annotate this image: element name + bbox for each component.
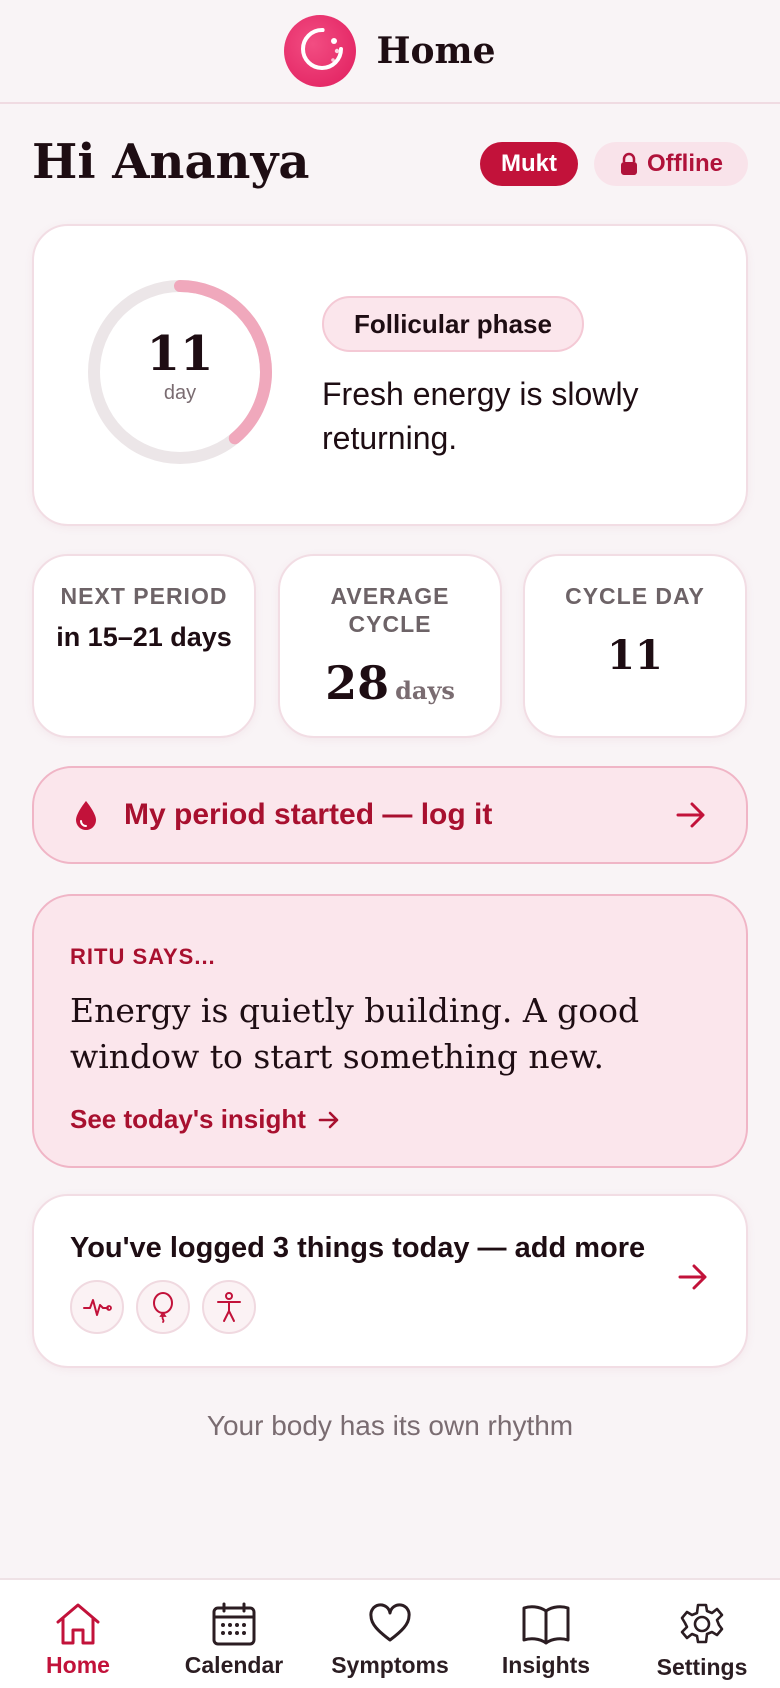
heart-icon <box>369 1603 411 1642</box>
nav-symptoms-label: Symptoms <box>331 1652 449 1678</box>
next-period-card: NEXT PERIOD in 15–21 days <box>32 554 256 738</box>
bottom-navigation: Home Calendar Symptoms Insights Settings <box>0 1578 780 1688</box>
nav-home-label: Home <box>46 1652 110 1678</box>
ritu-message: Energy is quietly building. A good windo… <box>70 991 640 1076</box>
nav-symptoms[interactable]: Symptoms <box>312 1580 468 1688</box>
ritu-kicker: RITU SAYS... <box>70 944 216 969</box>
next-period-label: NEXT PERIOD <box>60 583 228 609</box>
average-cycle-unit: days <box>395 676 455 705</box>
offline-badge[interactable]: Offline <box>594 142 748 186</box>
next-period-value: in 15–21 days <box>56 622 232 652</box>
pulse-icon <box>70 1280 124 1334</box>
nav-settings[interactable]: Settings <box>624 1580 780 1688</box>
average-cycle-value: 28 <box>325 656 390 710</box>
arrow-right-icon <box>318 1111 339 1128</box>
log-period-button[interactable]: My period started — log it <box>32 766 748 864</box>
arrow-right-icon <box>676 802 705 828</box>
app-logo-icon <box>284 15 357 87</box>
cycle-phase-card: 11 day Follicular phase Fresh energy is … <box>32 224 748 526</box>
logged-icons <box>70 1280 256 1334</box>
home-icon <box>56 1603 100 1645</box>
phase-pill: Follicular phase <box>322 296 584 352</box>
nav-home[interactable]: Home <box>0 1580 156 1688</box>
cycle-day-stat-value: 11 <box>607 632 663 679</box>
phase-description: Fresh energy is slowly returning. <box>322 376 639 456</box>
greeting-text: Hi Ananya <box>32 134 310 190</box>
logged-today-card[interactable]: You've logged 3 things today — add more <box>32 1194 748 1368</box>
cycle-day-number: 11 <box>146 326 214 382</box>
arrow-right-icon[interactable] <box>678 1264 708 1290</box>
cycle-day-stat-label: CYCLE DAY <box>565 583 705 609</box>
book-icon <box>522 1605 570 1645</box>
gear-icon <box>680 1603 724 1644</box>
nav-settings-label: Settings <box>656 1654 748 1680</box>
see-insight-link[interactable]: See today's insight <box>70 1104 340 1135</box>
ritu-insight-card: RITU SAYS... Energy is quietly building.… <box>32 894 748 1168</box>
average-cycle-card: AVERAGE CYCLE 28 days <box>278 554 502 738</box>
average-cycle-label: AVERAGE CYCLE <box>330 583 450 637</box>
cycle-day-label: day <box>163 382 197 404</box>
logged-today-title: You've logged 3 things today — add more <box>70 1232 646 1264</box>
cycle-day-card: CYCLE DAY 11 <box>523 554 747 738</box>
page-title: Home <box>376 30 496 72</box>
nav-insights-label: Insights <box>501 1652 591 1678</box>
offline-label: Offline <box>647 150 723 177</box>
nav-calendar[interactable]: Calendar <box>156 1580 312 1688</box>
nav-insights[interactable]: Insights <box>468 1580 624 1688</box>
balloon-icon <box>136 1280 190 1334</box>
drop-icon <box>76 801 96 830</box>
footer-tagline: Your body has its own rhythm <box>206 1410 574 1441</box>
mukt-badge[interactable]: Mukt <box>480 142 578 186</box>
nav-calendar-label: Calendar <box>184 1652 284 1678</box>
calendar-icon <box>212 1602 256 1646</box>
figure-icon <box>202 1280 256 1334</box>
lock-icon <box>621 152 637 175</box>
log-period-label: My period started — log it <box>124 798 493 831</box>
see-insight-label: See today's insight <box>70 1104 306 1134</box>
app-header: Home <box>0 0 780 104</box>
